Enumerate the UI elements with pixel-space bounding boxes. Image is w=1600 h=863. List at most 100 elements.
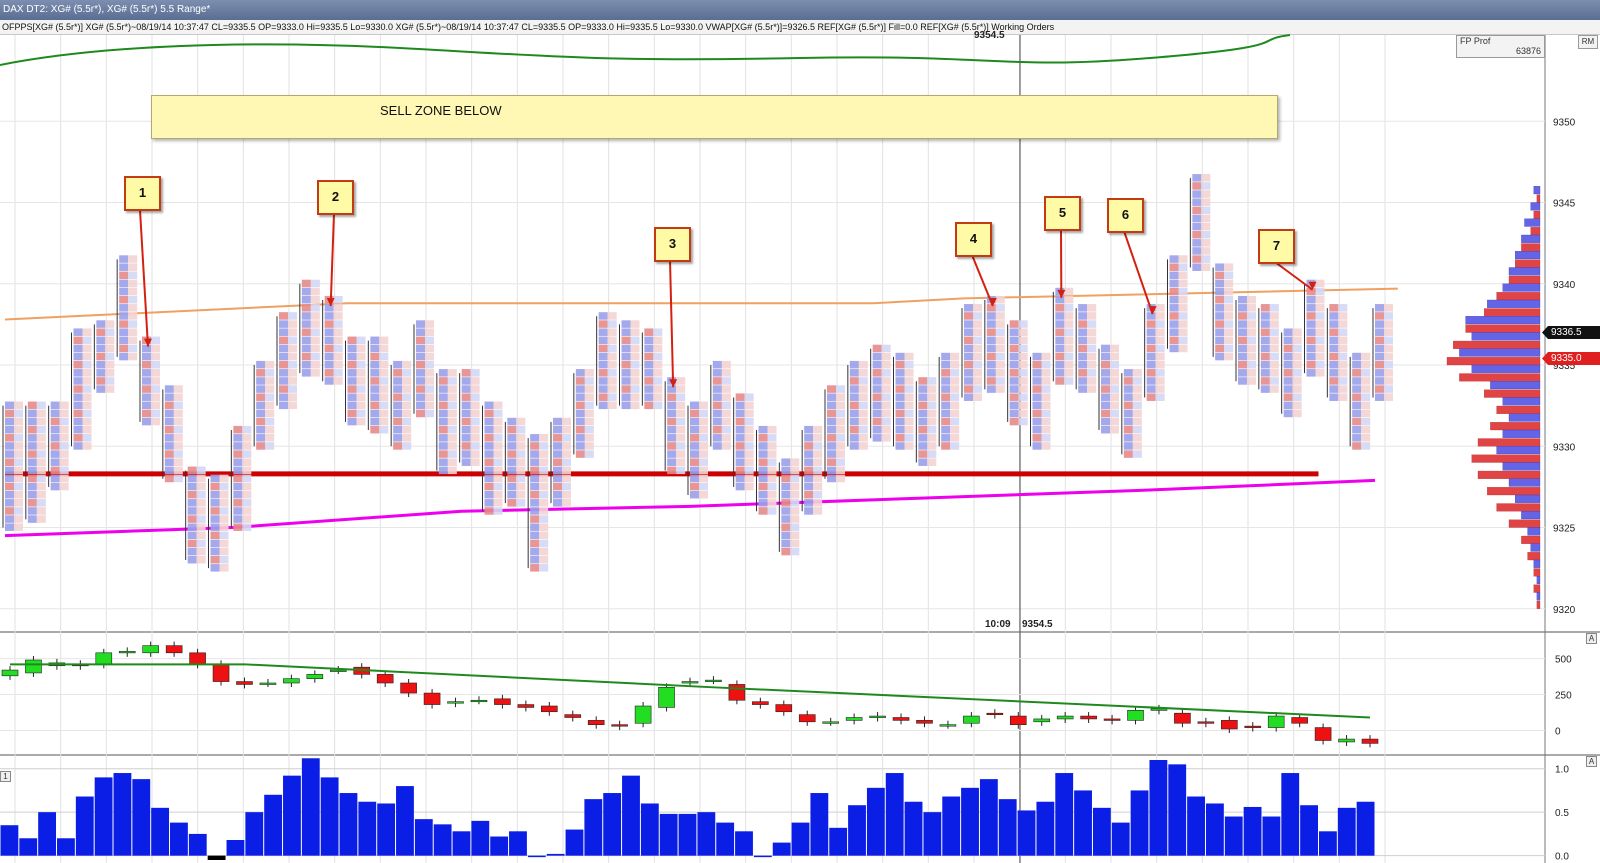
- footprint-cell-ask: [607, 312, 617, 320]
- footprint-cell-ask: [562, 434, 571, 442]
- footprint-cell-ask: [310, 336, 320, 345]
- footprint-cell-ask: [539, 539, 549, 548]
- footprint-cell-bid: [804, 450, 814, 458]
- footprint-cell-ask: [493, 499, 503, 507]
- footprint-cell-ask: [630, 385, 640, 393]
- candle-body: [95, 652, 113, 665]
- profile-bid-bar: [1508, 519, 1541, 528]
- footprint-cell-bid: [872, 360, 882, 369]
- footprint-cell-bid: [301, 344, 311, 353]
- footprint-cell-ask: [973, 393, 982, 401]
- footprint-cell-bid: [1123, 434, 1133, 442]
- footprint-cell-bid: [895, 385, 905, 393]
- footprint-cell-ask: [767, 499, 777, 507]
- footprint-cell-bid: [964, 393, 973, 401]
- footprint-cell-bid: [27, 450, 37, 458]
- footprint-cell-bid: [73, 369, 83, 377]
- footprint-cell-ask: [813, 499, 823, 507]
- footprint-cell-ask: [265, 377, 275, 385]
- footprint-cell-ask: [790, 515, 800, 523]
- volume-bar: [1187, 796, 1205, 856]
- footprint-cell-ask: [676, 417, 686, 426]
- footprint-cell-ask: [1292, 401, 1302, 410]
- footprint-cell-ask: [630, 377, 640, 385]
- footprint-cell-ask: [927, 377, 937, 385]
- footprint-cell-ask: [653, 369, 663, 377]
- footprint-cell-ask: [676, 442, 686, 450]
- profile-ask-bar: [1521, 234, 1541, 243]
- footprint-cell-ask: [1018, 417, 1028, 426]
- footprint-cell-bid: [1352, 425, 1362, 434]
- footprint-profile-box[interactable]: FP Prof 63876: [1456, 35, 1545, 58]
- footprint-cell-ask: [630, 352, 640, 361]
- footprint-cell-ask: [699, 417, 708, 426]
- footprint-cell-bid: [256, 385, 266, 393]
- footprint-cell-bid: [393, 434, 403, 442]
- footprint-cell-bid: [507, 434, 517, 442]
- candle-body: [1033, 718, 1051, 723]
- pane-tag-index[interactable]: 1: [0, 771, 11, 782]
- footprint-cell-bid: [1283, 352, 1293, 361]
- footprint-cell-bid: [827, 425, 836, 434]
- footprint-cell-bid: [735, 442, 745, 450]
- footprint-cell-bid: [690, 409, 699, 418]
- footprint-cell-bid: [1146, 360, 1156, 369]
- footprint-cell-ask: [265, 434, 275, 442]
- footprint-cell-ask: [562, 499, 571, 507]
- footprint-cell-ask: [333, 295, 343, 304]
- volume-bar: [57, 838, 75, 856]
- rm-button[interactable]: RM: [1578, 35, 1598, 49]
- footprint-cell-bid: [575, 417, 585, 426]
- footprint-cell-ask: [36, 515, 46, 523]
- footprint-cell-bid: [735, 458, 745, 466]
- last-price-tag: 9336.5: [1551, 327, 1582, 338]
- footprint-cell-ask: [1110, 385, 1119, 393]
- footprint-cell-ask: [584, 425, 594, 434]
- footprint-cell-ask: [310, 304, 320, 312]
- footprint-cell-bid: [1375, 336, 1384, 345]
- footprint-cell-bid: [1101, 393, 1110, 401]
- footprint-cell-bid: [827, 409, 836, 418]
- footprint-cell-bid: [461, 417, 471, 426]
- footprint-cell-ask: [1269, 320, 1279, 328]
- footprint-cell-bid: [827, 434, 836, 442]
- footprint-cell-bid: [164, 466, 174, 475]
- footprint-cell-bid: [667, 409, 677, 418]
- footprint-cell-bid: [575, 450, 585, 458]
- pane-tag-volume[interactable]: A: [1586, 756, 1597, 767]
- footprint-cell-bid: [667, 458, 677, 466]
- pane-tag-candles[interactable]: A: [1586, 633, 1597, 644]
- footprint-cell-bid: [347, 369, 357, 377]
- profile-ask-bar: [1502, 429, 1541, 438]
- footprint-cell-ask: [1224, 320, 1234, 328]
- footprint-cell-bid: [1283, 336, 1293, 345]
- footprint-cell-ask: [699, 450, 708, 458]
- footprint-cell-bid: [1375, 320, 1384, 328]
- footprint-cell-ask: [607, 344, 617, 353]
- footprint-cell-bid: [1078, 369, 1088, 377]
- footprint-cell-ask: [1132, 417, 1142, 426]
- annotation-2: 2: [317, 180, 354, 215]
- footprint-cell-ask: [699, 434, 708, 442]
- footprint-cell-bid: [233, 434, 243, 442]
- footprint-cell-ask: [699, 466, 708, 475]
- footprint-cell-bid: [895, 425, 905, 434]
- footprint-cell-ask: [1087, 369, 1097, 377]
- footprint-cell-bid: [598, 352, 608, 361]
- footprint-cell-ask: [1110, 369, 1119, 377]
- footprint-cell-bid: [164, 474, 174, 483]
- footprint-cell-bid: [1101, 401, 1110, 410]
- footprint-cell-ask: [288, 312, 297, 320]
- footprint-cell-bid: [507, 466, 517, 475]
- footprint-cell-bid: [370, 393, 380, 401]
- footprint-cell-ask: [14, 401, 23, 410]
- footprint-cell-ask: [516, 434, 526, 442]
- footprint-cell-bid: [233, 490, 243, 499]
- footprint-cell-bid: [1283, 393, 1293, 401]
- footprint-cell-ask: [242, 425, 252, 434]
- footprint-cell-bid: [918, 442, 928, 450]
- footprint-cell-bid: [164, 409, 174, 418]
- footprint-cell-ask: [59, 466, 69, 475]
- footprint-cell-bid: [1329, 360, 1339, 369]
- candle-body: [189, 652, 206, 665]
